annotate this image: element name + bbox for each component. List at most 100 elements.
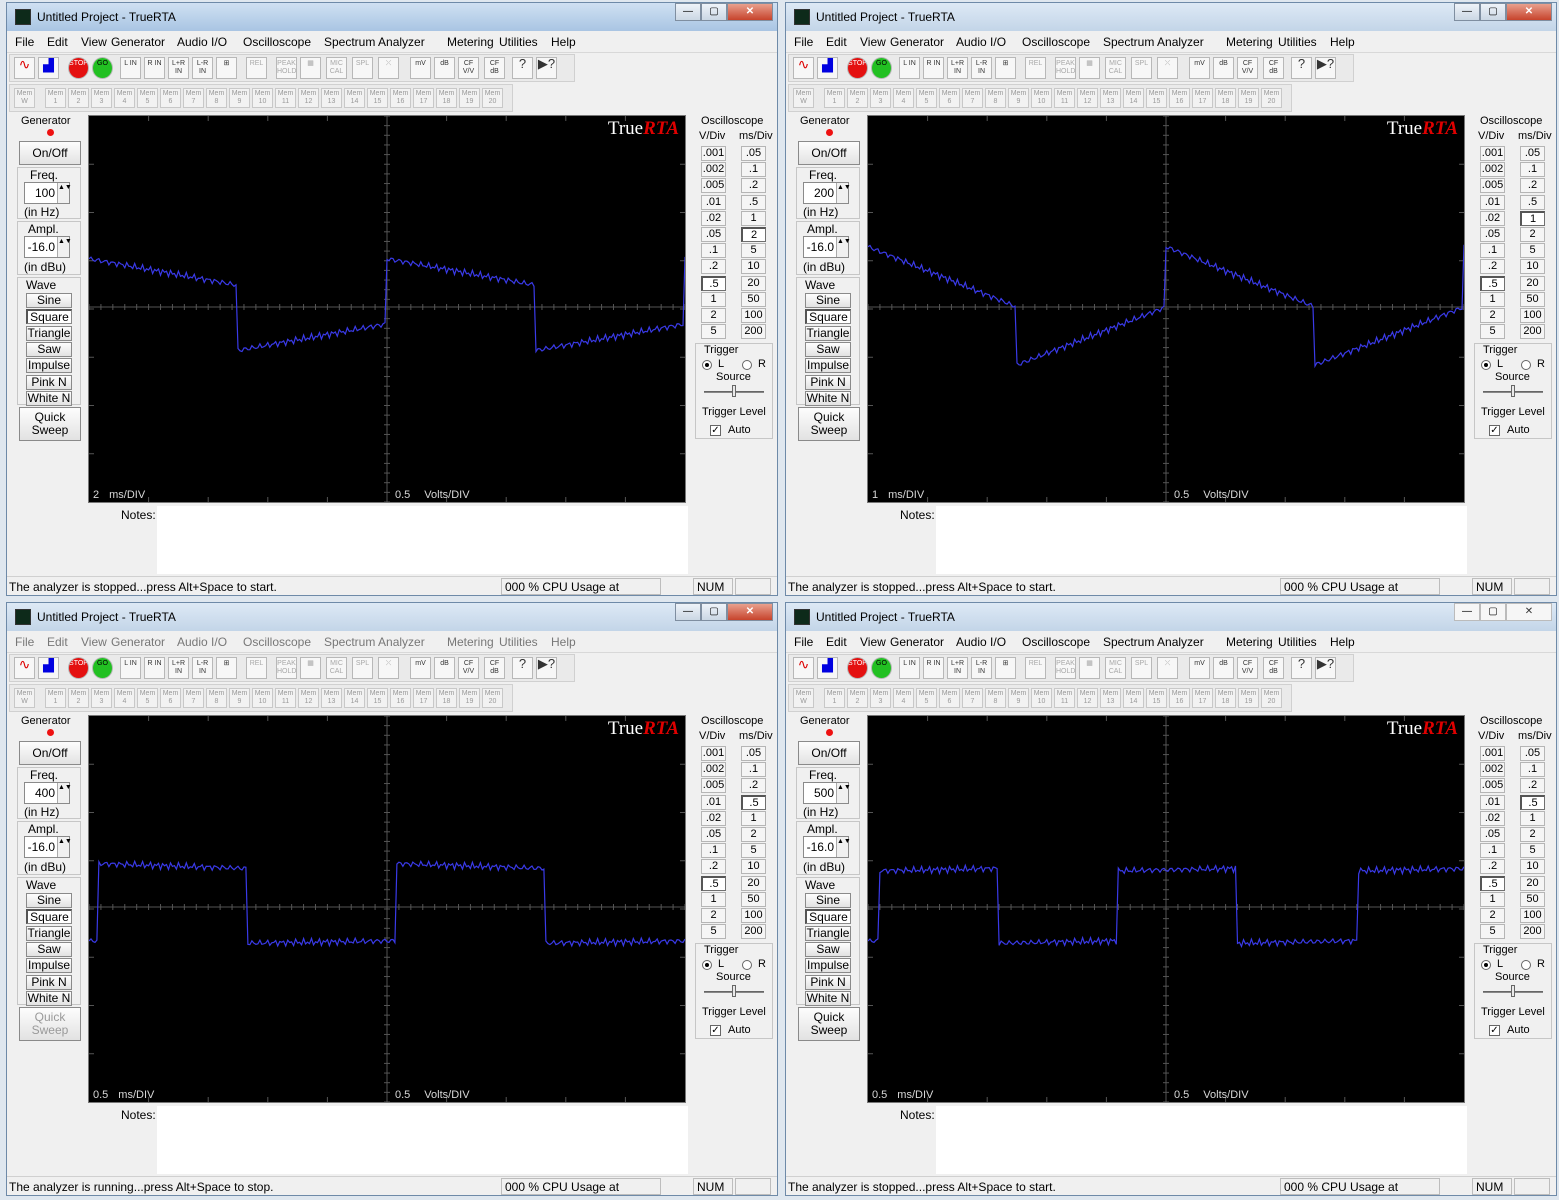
vdiv-button[interactable]: .005 (701, 178, 726, 194)
wave-white-n-button[interactable]: White N (805, 390, 851, 406)
toolbar-button[interactable]: STOP (68, 657, 89, 679)
minimize-button[interactable]: — (1454, 603, 1480, 621)
toolbar-button[interactable]: CF V/V (1237, 57, 1258, 79)
toolbar-button[interactable]: ∿ (14, 57, 35, 79)
memory-button[interactable]: Mem 14 (1123, 688, 1144, 708)
msdiv-button[interactable]: 100 (1520, 308, 1545, 323)
menu-generator[interactable]: Generator (890, 35, 944, 49)
amplitude-spinner[interactable]: ▲▼ (57, 837, 72, 857)
msdiv-button[interactable]: 5 (741, 843, 766, 859)
quick-sweep-button[interactable]: Quick Sweep (798, 407, 860, 441)
vdiv-button[interactable]: 1 (701, 891, 726, 907)
msdiv-button[interactable]: 2 (741, 827, 766, 842)
menu-spectrum-analyzer[interactable]: Spectrum Analyzer (1103, 635, 1204, 649)
toolbar-button[interactable]: ▟ (817, 57, 838, 79)
msdiv-button[interactable]: 10 (1520, 259, 1545, 275)
toolbar-button[interactable]: PEAK HOLD (1055, 657, 1076, 679)
msdiv-button[interactable]: 1 (741, 210, 766, 226)
menu-audio-i-o[interactable]: Audio I/O (956, 35, 1006, 49)
frequency-input[interactable]: 100 ▲▼ (24, 182, 72, 204)
memory-button[interactable]: Mem 20 (1261, 88, 1282, 108)
vdiv-button[interactable]: .001 (1480, 146, 1505, 161)
msdiv-button[interactable]: 10 (741, 859, 766, 875)
memory-button[interactable]: Mem 13 (321, 688, 342, 708)
memory-button[interactable]: Mem 3 (91, 688, 112, 708)
menu-utilities[interactable]: Utilities (499, 635, 538, 649)
toolbar-button[interactable]: STOP (847, 57, 868, 79)
frequency-spinner[interactable]: ▲▼ (836, 183, 851, 203)
toolbar-button[interactable]: ⤫ (378, 57, 399, 79)
memory-button[interactable]: Mem 20 (482, 688, 503, 708)
frequency-input[interactable]: 500 ▲▼ (803, 782, 851, 804)
menu-oscilloscope[interactable]: Oscilloscope (243, 35, 311, 49)
menu-metering[interactable]: Metering (447, 635, 494, 649)
toolbar-button[interactable]: ▶? (536, 657, 557, 679)
vdiv-button[interactable]: .01 (701, 794, 726, 810)
notes-textarea[interactable] (157, 506, 688, 574)
memory-button[interactable]: Mem 3 (870, 88, 891, 108)
memory-button[interactable]: Mem 17 (413, 688, 434, 708)
memory-button[interactable]: Mem 12 (1077, 688, 1098, 708)
vdiv-button[interactable]: .01 (1480, 794, 1505, 810)
memory-button[interactable]: Mem 12 (1077, 88, 1098, 108)
frequency-input[interactable]: 400 ▲▼ (24, 782, 72, 804)
msdiv-button[interactable]: 200 (741, 924, 766, 940)
amplitude-input[interactable]: -16.0 ▲▼ (803, 836, 851, 858)
menu-edit[interactable]: Edit (47, 35, 68, 49)
toolbar-button[interactable]: ▟ (38, 657, 59, 679)
toolbar-button[interactable]: L+R IN (168, 657, 189, 679)
vdiv-button[interactable]: .05 (1480, 227, 1505, 242)
close-button[interactable]: ✕ (727, 3, 773, 21)
menu-edit[interactable]: Edit (47, 635, 68, 649)
memory-button[interactable]: Mem 8 (985, 688, 1006, 708)
menu-oscilloscope[interactable]: Oscilloscope (243, 635, 311, 649)
toolbar-button[interactable]: ▶? (536, 57, 557, 79)
wave-triangle-button[interactable]: Triangle (805, 925, 851, 941)
vdiv-button[interactable]: .02 (1480, 810, 1505, 826)
notes-textarea[interactable] (936, 506, 1467, 574)
toolbar-button[interactable]: CF dB (484, 57, 505, 79)
wave-white-n-button[interactable]: White N (26, 990, 72, 1006)
wave-sine-button[interactable]: Sine (26, 893, 72, 908)
auto-checkbox[interactable]: ✓ (1489, 1025, 1500, 1036)
memory-button[interactable]: Mem 15 (1146, 688, 1167, 708)
msdiv-button[interactable]: .2 (1520, 178, 1545, 194)
msdiv-button[interactable]: 1 (1520, 810, 1545, 826)
msdiv-button[interactable]: 20 (741, 275, 766, 291)
toolbar-button[interactable]: L IN (899, 657, 920, 679)
vdiv-button[interactable]: .02 (701, 210, 726, 226)
memory-button[interactable]: Mem W (14, 88, 35, 108)
menu-audio-i-o[interactable]: Audio I/O (956, 635, 1006, 649)
memory-button[interactable]: Mem 17 (1192, 88, 1213, 108)
amplitude-input[interactable]: -16.0 ▲▼ (24, 836, 72, 858)
wave-square-button[interactable]: Square (805, 909, 851, 925)
wave-saw-button[interactable]: Saw (26, 941, 72, 957)
memory-button[interactable]: Mem 5 (137, 88, 158, 108)
vdiv-button[interactable]: .001 (701, 146, 726, 161)
msdiv-button[interactable]: 20 (1520, 875, 1545, 891)
menu-view[interactable]: View (860, 635, 886, 649)
memory-button[interactable]: Mem 9 (229, 88, 250, 108)
minimize-button[interactable]: — (675, 3, 701, 21)
toolbar-button[interactable]: PEAK HOLD (276, 657, 297, 679)
title-bar[interactable]: Untitled Project - TrueRTA — ▢ ✕ (786, 3, 1556, 31)
wave-impulse-button[interactable]: Impulse (26, 958, 72, 974)
memory-button[interactable]: Mem W (793, 88, 814, 108)
msdiv-button[interactable]: 10 (1520, 859, 1545, 875)
menu-spectrum-analyzer[interactable]: Spectrum Analyzer (1103, 35, 1204, 49)
memory-button[interactable]: Mem 6 (939, 88, 960, 108)
vdiv-button[interactable]: 5 (1480, 324, 1505, 340)
trigger-right-radio[interactable] (742, 360, 752, 370)
maximize-button[interactable]: ▢ (701, 603, 727, 621)
memory-button[interactable]: Mem 2 (847, 688, 868, 708)
vdiv-button[interactable]: .001 (701, 746, 726, 761)
memory-button[interactable]: Mem 3 (870, 688, 891, 708)
toolbar-button[interactable]: mV (1189, 657, 1210, 679)
menu-help[interactable]: Help (1330, 635, 1355, 649)
toolbar-button[interactable]: REL (1025, 57, 1046, 79)
toolbar-button[interactable]: MIC CAL (326, 57, 347, 79)
wave-square-button[interactable]: Square (805, 309, 851, 325)
notes-textarea[interactable] (157, 1106, 688, 1174)
memory-button[interactable]: Mem 19 (1238, 88, 1259, 108)
toolbar-button[interactable]: SPL (352, 57, 373, 79)
